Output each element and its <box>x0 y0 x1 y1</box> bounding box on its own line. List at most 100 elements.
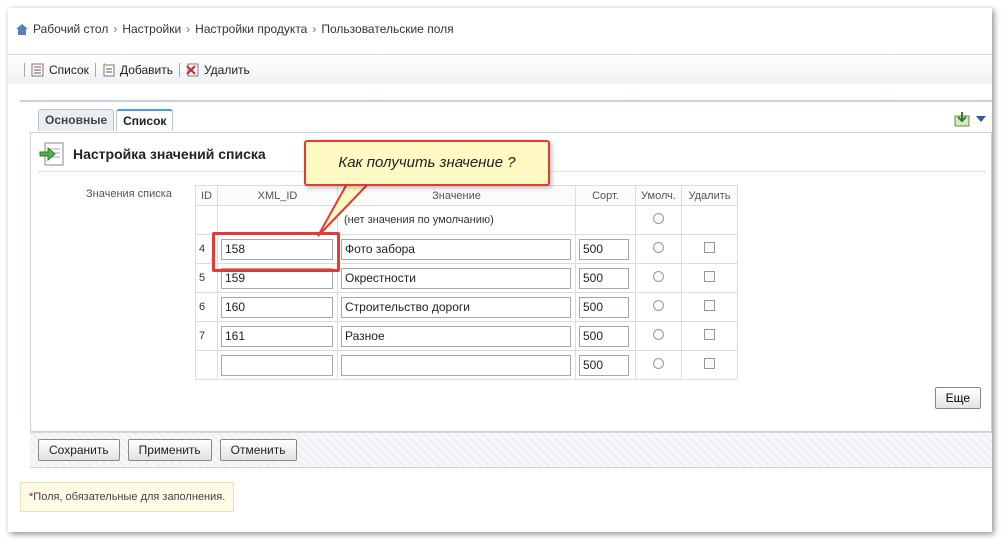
toolbar-divider <box>94 62 96 77</box>
save-button[interactable]: Сохранить <box>38 439 120 461</box>
table-cell <box>575 321 636 351</box>
value-input[interactable] <box>341 296 571 318</box>
delete-checkbox[interactable] <box>704 271 715 282</box>
table-cell <box>217 350 338 380</box>
default-radio[interactable] <box>653 213 664 224</box>
default-radio[interactable] <box>653 329 664 340</box>
tab-bar: Основные Список <box>38 109 174 131</box>
sort-input[interactable] <box>579 296 629 318</box>
table-header-row: ID XML_ID Значение Сорт. Умолч. Удалить <box>195 185 738 206</box>
table-cell <box>337 292 576 322</box>
delete-checkbox[interactable] <box>704 358 715 369</box>
annotation-callout: Как получить значение ? <box>304 140 550 186</box>
breadcrumb-separator: › <box>113 22 118 36</box>
delete-checkbox[interactable] <box>704 242 715 253</box>
column-header-default: Умолч. <box>635 185 682 206</box>
sort-input[interactable] <box>579 267 629 289</box>
default-radio[interactable] <box>653 271 664 282</box>
sort-input[interactable] <box>579 238 629 260</box>
download-icon[interactable] <box>954 111 970 127</box>
page: Рабочий стол › Настройки › Настройки про… <box>8 8 992 532</box>
table-cell <box>635 350 682 380</box>
home-icon[interactable] <box>16 23 28 35</box>
list-button-label: Список <box>49 62 89 77</box>
tab-list[interactable]: Список <box>116 109 174 131</box>
table-row: 6 <box>195 292 738 322</box>
add-icon <box>102 62 115 76</box>
xml-id-input[interactable] <box>221 354 333 376</box>
breadcrumb-separator: › <box>186 22 191 36</box>
cancel-button[interactable]: Отменить <box>219 439 297 461</box>
breadcrumb-item-user-fields: Пользовательские поля <box>321 22 454 36</box>
delete-button[interactable]: Удалить <box>186 63 250 77</box>
list-settings-icon <box>39 142 64 166</box>
table-cell <box>681 205 738 235</box>
table-row: 7 <box>195 321 738 351</box>
value-input[interactable] <box>341 325 571 347</box>
breadcrumb-item-desktop[interactable]: Рабочий стол <box>33 22 108 36</box>
table-cell <box>337 321 576 351</box>
delete-checkbox[interactable] <box>704 300 715 311</box>
value-input[interactable] <box>341 267 571 289</box>
table-cell <box>681 263 738 293</box>
table-cell <box>575 205 636 235</box>
apply-button[interactable]: Применить <box>127 439 212 461</box>
row-id: 7 <box>195 321 218 351</box>
required-note-text: Поля, обязательные для заполнения. <box>33 491 226 503</box>
table-cell <box>575 263 636 293</box>
add-button[interactable]: Добавить <box>102 62 173 77</box>
default-radio[interactable] <box>653 300 664 311</box>
table-cell <box>681 234 738 264</box>
value-input[interactable] <box>341 354 571 376</box>
table-cell <box>635 292 682 322</box>
add-button-label: Добавить <box>119 62 173 77</box>
table-cell <box>635 263 682 293</box>
table-cell <box>217 292 338 322</box>
table-cell <box>681 292 738 322</box>
table-cell <box>681 350 738 380</box>
table-cell <box>635 234 682 264</box>
default-radio[interactable] <box>653 358 664 369</box>
table-cell <box>575 234 636 264</box>
toolbar: Список Добавить Удалить <box>8 54 992 84</box>
table-cell <box>337 350 576 380</box>
breadcrumb-item-product-settings[interactable]: Настройки продукта <box>195 22 307 36</box>
table-cell <box>195 205 218 235</box>
column-header-id: ID <box>195 185 218 206</box>
delete-checkbox[interactable] <box>704 329 715 340</box>
table-cell <box>635 321 682 351</box>
delete-button-label: Удалить <box>203 62 250 77</box>
row-id <box>195 350 218 380</box>
field-label: Значения списка <box>86 188 172 200</box>
required-fields-note: *Поля, обязательные для заполнения. <box>20 482 235 512</box>
default-radio[interactable] <box>653 242 664 253</box>
panel-title: Настройка значений списка <box>39 141 266 167</box>
more-button[interactable]: Еще <box>934 387 981 409</box>
table-cell <box>635 205 682 235</box>
table-cell <box>575 292 636 322</box>
table-cell <box>217 321 338 351</box>
breadcrumb-item-settings[interactable]: Настройки <box>122 22 181 36</box>
tab-actions <box>954 111 986 127</box>
sort-input[interactable] <box>579 325 629 347</box>
value-input[interactable] <box>341 238 571 260</box>
table-row-default: (нет значения по умолчанию) <box>195 205 738 235</box>
form-button-bar: Сохранить Применить Отменить <box>30 432 992 468</box>
chevron-down-icon[interactable] <box>976 115 986 123</box>
callout-pointer <box>317 181 373 237</box>
xml-id-input[interactable] <box>221 325 333 347</box>
breadcrumb: Рабочий стол › Настройки › Настройки про… <box>16 22 454 36</box>
values-table: ID XML_ID Значение Сорт. Умолч. Удалить … <box>195 185 738 380</box>
delete-icon <box>186 63 199 76</box>
list-button[interactable]: Список <box>31 63 89 77</box>
sort-input[interactable] <box>579 354 629 376</box>
xml-id-input[interactable] <box>221 296 333 318</box>
list-icon <box>31 63 44 76</box>
toolbar-divider <box>178 62 180 77</box>
row-id: 6 <box>195 292 218 322</box>
breadcrumb-separator: › <box>312 22 317 36</box>
tab-main[interactable]: Основные <box>38 109 115 131</box>
panel-title-text: Настройка значений списка <box>73 146 266 162</box>
toolbar-divider <box>24 62 25 77</box>
column-header-sort: Сорт. <box>575 185 636 206</box>
